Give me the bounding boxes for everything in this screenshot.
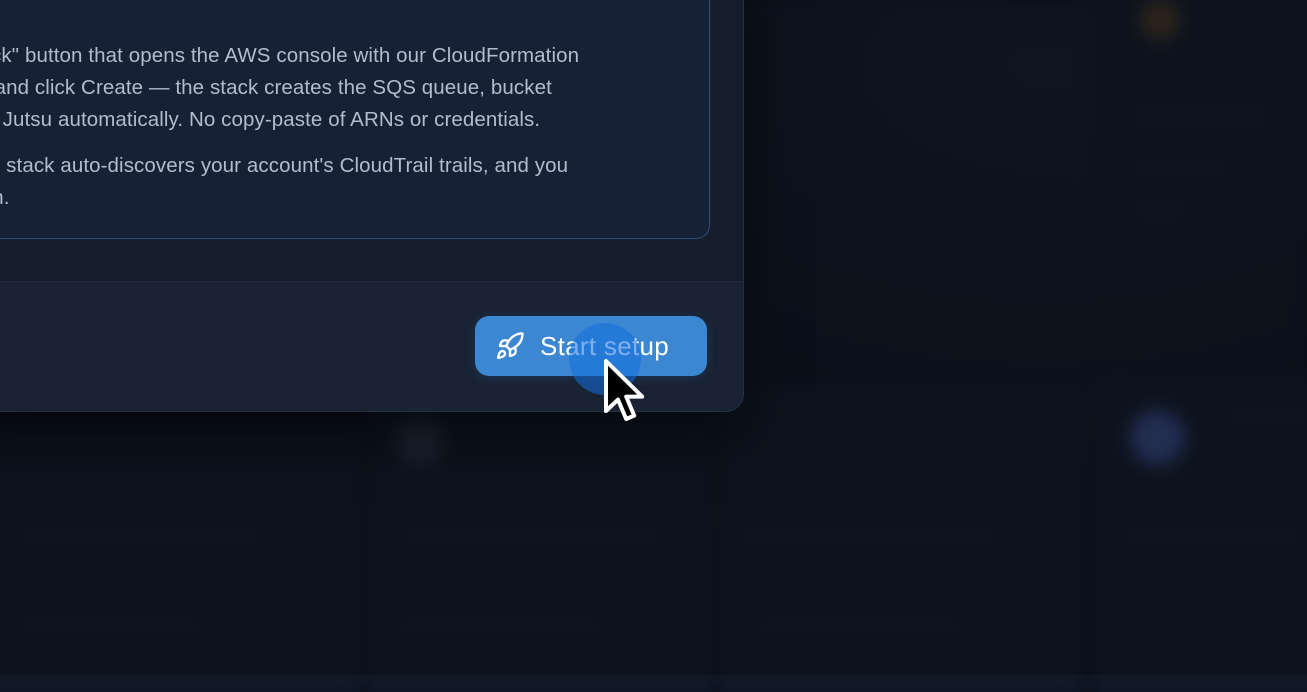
rocket-icon bbox=[495, 331, 525, 361]
info-paragraph-1: Stack" button that opens the AWS console… bbox=[0, 40, 700, 136]
start-setup-button[interactable]: Start setup bbox=[475, 316, 707, 376]
start-setup-label: Start setup bbox=[540, 331, 669, 362]
info-paragraph-2: , the stack auto-discovers your account'… bbox=[0, 150, 700, 214]
info-callout: Stack" button that opens the AWS console… bbox=[0, 0, 710, 239]
dialog-body: Stack" button that opens the AWS console… bbox=[0, 0, 743, 281]
